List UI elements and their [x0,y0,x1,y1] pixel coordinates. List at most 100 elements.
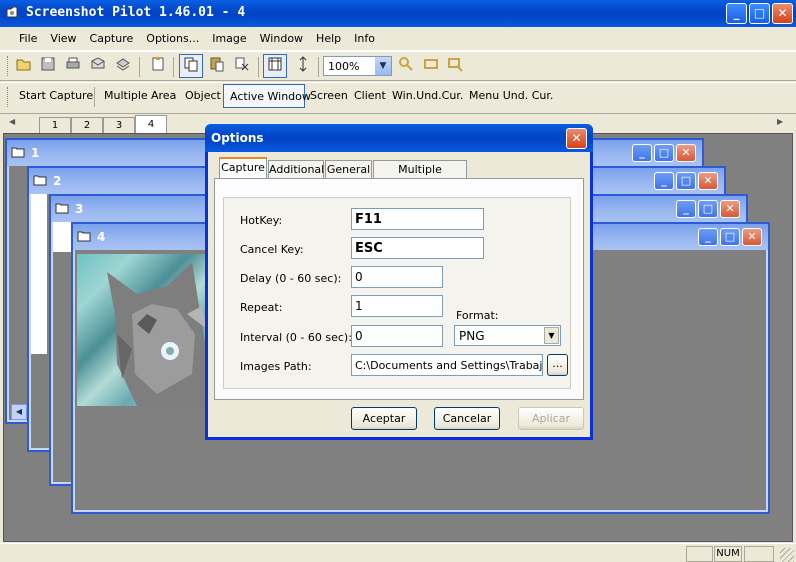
minimize-button[interactable]: _ [698,228,718,246]
format-select[interactable]: PNG ▼ [454,325,561,346]
app-icon [5,5,21,21]
mail-icon[interactable] [89,55,107,73]
chevron-down-icon[interactable]: ▼ [544,327,559,344]
capture-menu-und-cur[interactable]: Menu Und. Cur. [469,89,553,102]
dialog-tab-additional[interactable]: Additional [268,160,324,179]
cancel-button[interactable]: Cancelar [434,407,500,430]
menu-view[interactable]: View [50,32,76,45]
scroll-left-button[interactable]: ◀ [11,404,27,420]
capture-object[interactable]: Object [185,89,221,102]
cancel-key-field[interactable]: ESC [351,237,484,259]
interval-label: Interval (0 - 60 sec): [240,331,352,344]
close-button[interactable]: ✕ [772,3,793,24]
toolbar-grip [7,56,9,76]
zoom-icon[interactable] [397,55,415,73]
tab-label: Capture [221,161,265,174]
child-title: 1 [31,146,40,160]
start-capture-button[interactable]: Start Capture [19,89,93,102]
maximize-button[interactable]: □ [698,200,718,218]
minimize-button[interactable]: _ [632,144,652,162]
menu-info[interactable]: Info [354,32,375,45]
tab-1[interactable]: 1 [39,117,71,133]
capture-client[interactable]: Client [354,89,386,102]
capture-active-window[interactable]: Active Window [223,84,311,108]
dialog-tab-general[interactable]: General [325,160,372,179]
minimize-button[interactable]: _ [676,200,696,218]
close-button[interactable]: ✕ [742,228,762,246]
status-panel-caps [686,546,713,562]
tab-2[interactable]: 2 [71,117,103,133]
tab-label: General [326,163,371,176]
save-icon[interactable] [39,55,57,73]
dialog-close-button[interactable]: ✕ [566,128,587,149]
format-value: PNG [459,329,485,343]
delay-field[interactable]: 0 [351,266,443,288]
open-icon[interactable] [15,55,33,73]
dialog-tab-multiple-captures[interactable]: Multiple Captures [373,160,467,193]
menu-options[interactable]: Options... [146,32,199,45]
tab-4[interactable]: 4 [135,115,167,134]
fit-icon[interactable] [422,55,440,73]
fit-window-icon [266,55,284,73]
minimize-button[interactable]: _ [654,172,674,190]
child-title: 3 [75,202,84,216]
crop-icon[interactable] [446,55,464,73]
num-indicator: NUM [716,548,740,559]
options-dialog[interactable]: Options ✕ Capture Additional General Mul… [205,124,593,440]
tab-scroll-left-icon[interactable]: ◀ [9,117,15,126]
maximize-button[interactable]: □ [749,3,770,24]
size-grip-icon[interactable] [780,548,794,562]
paste-icon[interactable] [208,55,226,73]
maximize-button[interactable]: □ [654,144,674,162]
capture-win-und-cur[interactable]: Win.Und.Cur. [392,89,463,102]
folder-icon [33,173,47,187]
close-button[interactable]: ✕ [720,200,740,218]
tab-3[interactable]: 3 [103,117,135,133]
menu-help[interactable]: Help [316,32,341,45]
dialog-tab-capture[interactable]: Capture [219,157,267,179]
images-path-label: Images Path: [240,360,312,373]
maximize-button[interactable]: □ [676,172,696,190]
interval-field[interactable]: 0 [351,325,443,347]
close-button[interactable]: ✕ [698,172,718,190]
status-num: NUM [714,546,742,562]
close-button[interactable]: ✕ [676,144,696,162]
repeat-field[interactable]: 1 [351,295,443,317]
folder-icon [11,145,25,159]
apply-button[interactable]: Aplicar [518,407,584,430]
dialog-title-bar[interactable]: Options ✕ [205,124,593,152]
browse-button[interactable]: ... [547,354,568,376]
cat-photo [77,254,207,406]
capture-toolbar: Start Capture Multiple Area Object Activ… [0,82,796,110]
capture-screen[interactable]: Screen [310,89,348,102]
paste-new-icon[interactable] [149,55,167,73]
child-title: 2 [53,174,62,188]
capture-multiple[interactable]: Multiple [104,89,148,102]
tab-scroll-right-icon[interactable]: ▶ [777,117,783,126]
menu-capture[interactable]: Capture [90,32,134,45]
child-title: 4 [97,230,106,244]
main-toolbar: 100% ▼ [0,51,796,81]
maximize-button[interactable]: □ [720,228,740,246]
dialog-title: Options [211,131,264,145]
active-window-label: Active Window [230,90,311,103]
toolbar-grip [7,87,9,107]
delay-label: Delay (0 - 60 sec): [240,272,342,285]
status-bar: NUM [0,543,796,562]
chevron-down-icon[interactable]: ▼ [375,57,391,75]
hotkey-field[interactable]: F11 [351,208,484,230]
menu-file[interactable]: File [19,32,37,45]
fit-height-icon[interactable] [294,55,312,73]
ok-button[interactable]: Aceptar [351,407,417,430]
print-icon[interactable] [64,55,82,73]
folder-icon [77,229,91,243]
menu-image[interactable]: Image [212,32,246,45]
capture-area[interactable]: Area [151,89,176,102]
menu-window[interactable]: Window [260,32,303,45]
save-all-icon[interactable] [114,55,132,73]
minimize-button[interactable]: _ [726,3,747,24]
app-title-bar[interactable]: Screenshot Pilot 1.46.01 - 4 _ □ ✕ [0,0,796,27]
zoom-select[interactable]: 100% ▼ [323,56,392,76]
delete-icon[interactable] [233,55,251,73]
images-path-field[interactable]: C:\Documents and Settings\Trabajo\M [351,354,543,376]
